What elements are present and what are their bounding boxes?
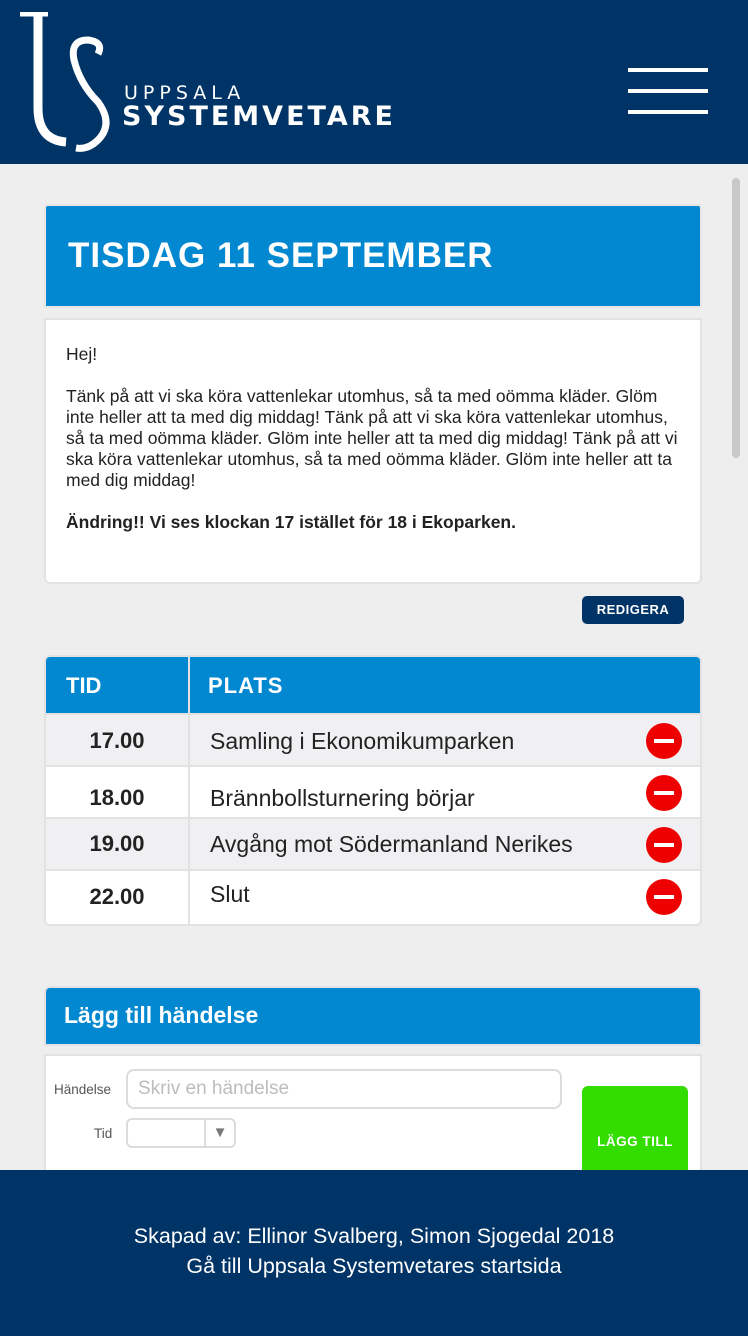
table-row: 19.00 Avgång mot Södermanland Nerikes (46, 817, 700, 869)
message-body: Tänk på att vi ska köra vattenlekar utom… (66, 386, 678, 490)
remove-circle-icon[interactable] (646, 879, 682, 915)
page-scrollbar[interactable] (732, 178, 740, 458)
day-header: TISDAG 11 SEPTEMBER (44, 204, 702, 308)
footer-credits: Skapad av: Ellinor Svalberg, Simon Sjoge… (133, 1224, 615, 1248)
add-event-form: Händelse Skriv en händelse Tid ▼ LÄGG TI… (44, 1054, 702, 1186)
event-input[interactable]: Skriv en händelse (126, 1069, 562, 1109)
row-place: Avgång mot Södermanland Nerikes (210, 831, 573, 857)
page-title: TISDAG 11 SEPTEMBER (68, 236, 494, 275)
edit-button[interactable]: REDIGERA (582, 596, 684, 624)
chevron-down-icon: ▼ (204, 1120, 234, 1146)
remove-circle-icon[interactable] (646, 775, 682, 811)
table-row: 22.00 Slut (46, 869, 700, 921)
logo-icon[interactable] (18, 12, 114, 154)
row-time: 22.00 (89, 884, 145, 909)
row-time: 17.00 (89, 728, 145, 753)
message-change-notice: Ändring!! Vi ses klockan 17 istället för… (66, 512, 516, 532)
site-footer: Skapad av: Ellinor Svalberg, Simon Sjoge… (0, 1170, 748, 1336)
remove-circle-icon[interactable] (646, 723, 682, 759)
time-select[interactable]: ▼ (126, 1118, 236, 1148)
row-place: Samling i Ekonomikumparken (210, 728, 515, 754)
table-row: 18.00 Brännbollsturnering börjar (46, 765, 700, 817)
column-divider (188, 657, 190, 924)
site-header: UPPSALA SYSTEMVETARE (0, 0, 748, 164)
schedule-header: TID PLATS (46, 657, 700, 713)
event-label: Händelse (54, 1082, 112, 1097)
row-place: Slut (210, 881, 250, 907)
day-message: Hej! Tänk på att vi ska köra vattenlekar… (44, 318, 702, 584)
footer-home-link[interactable]: Gå till Uppsala Systemvetares startsida (0, 1254, 748, 1279)
row-time: 19.00 (89, 831, 145, 856)
column-header-place: PLATS (208, 673, 284, 698)
time-label: Tid (94, 1126, 113, 1141)
row-time: 18.00 (89, 785, 145, 810)
remove-circle-icon[interactable] (646, 827, 682, 863)
row-place: Brännbollsturnering börjar (210, 785, 475, 811)
schedule-table: TID PLATS 17.00 Samling i Ekonomikumpark… (44, 655, 702, 926)
logo-text-big: SYSTEMVETARE (122, 101, 396, 132)
hamburger-menu-icon[interactable] (628, 68, 710, 116)
table-row: 17.00 Samling i Ekonomikumparken (46, 713, 700, 765)
message-greeting: Hej! (66, 344, 98, 364)
add-event-title: Lägg till händelse (64, 1002, 259, 1028)
column-header-time: TID (66, 673, 102, 698)
add-event-header: Lägg till händelse (44, 986, 702, 1046)
